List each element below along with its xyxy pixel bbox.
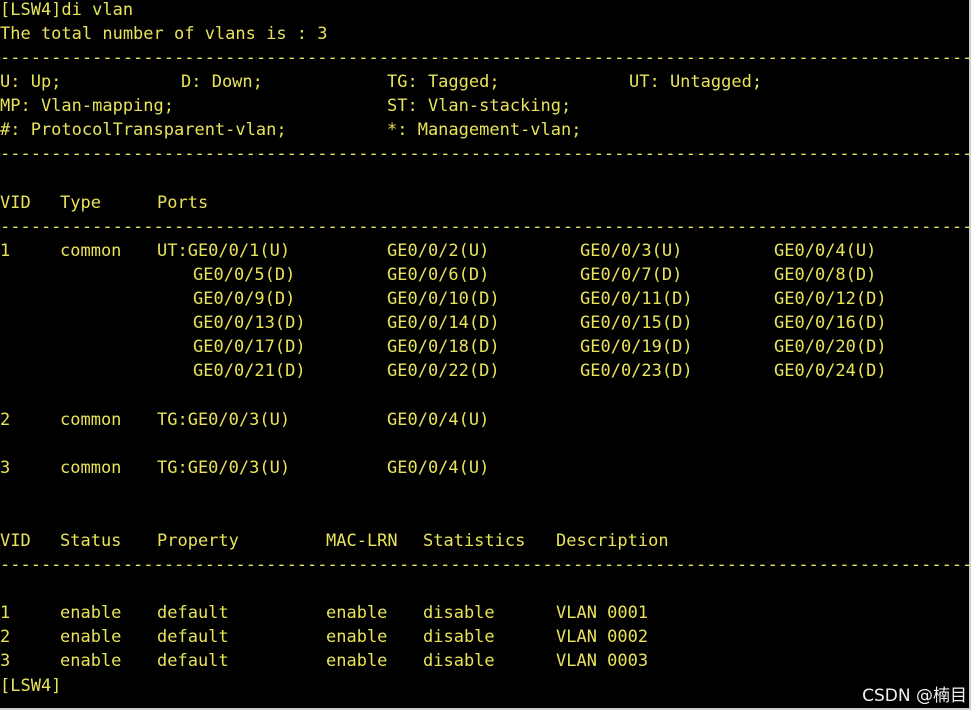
separator: ----------------------------------------… — [0, 144, 969, 164]
port-entry: GE0/0/14(D) — [387, 313, 500, 333]
port-entry: GE0/0/2(U) — [387, 241, 490, 261]
legend-tagged: TG: Tagged; — [387, 72, 500, 92]
header-status: Status — [60, 531, 122, 551]
status-cell: enable — [60, 651, 122, 671]
header-property: Property — [157, 531, 239, 551]
port-entry: GE0/0/19(D) — [580, 337, 693, 357]
status-cell: disable — [423, 651, 495, 671]
port-entry: GE0/0/15(D) — [580, 313, 693, 333]
header-vid: VID — [0, 193, 31, 213]
status-cell: disable — [423, 627, 495, 647]
port-entry: GE0/0/7(D) — [580, 265, 683, 285]
port-entry: GE0/0/4(U) — [387, 410, 490, 430]
status-cell: enable — [326, 627, 388, 647]
watermark-text: CSDN @楠目 — [862, 686, 967, 706]
status-cell: VLAN 0002 — [556, 627, 649, 647]
port-entry: GE0/0/20(D) — [774, 337, 887, 357]
legend-up: U: Up; — [0, 72, 62, 92]
legend-protocol-transparent: #: ProtocolTransparent-vlan; — [0, 120, 287, 140]
status-cell: enable — [60, 603, 122, 623]
port-entry: GE0/0/23(D) — [580, 361, 693, 381]
total-vlans-line: The total number of vlans is : 3 — [0, 24, 328, 44]
port-entry: GE0/0/5(D) — [193, 265, 296, 285]
header-statistics: Statistics — [423, 531, 526, 551]
legend-untagged: UT: Untagged; — [629, 72, 763, 92]
status-cell: VLAN 0003 — [556, 651, 649, 671]
separator: ----------------------------------------… — [0, 48, 969, 68]
vlan-type: common — [60, 410, 122, 430]
port-entry: GE0/0/8(D) — [774, 265, 877, 285]
port-entry: GE0/0/22(D) — [387, 361, 500, 381]
port-entry: GE0/0/18(D) — [387, 337, 500, 357]
legend-vlan-stacking: ST: Vlan-stacking; — [387, 96, 572, 116]
port-entry: GE0/0/9(D) — [193, 289, 296, 309]
port-entry: GE0/0/11(D) — [580, 289, 693, 309]
header-type: Type — [60, 193, 101, 213]
status-cell: default — [157, 651, 229, 671]
port-entry: TG:GE0/0/3(U) — [157, 458, 291, 478]
vlan-vid: 3 — [0, 458, 11, 478]
port-entry: GE0/0/10(D) — [387, 289, 500, 309]
separator: ----------------------------------------… — [0, 217, 969, 237]
header-mac-lrn: MAC-LRN — [326, 531, 398, 551]
vlan-type: common — [60, 458, 122, 478]
legend-down: D: Down; — [181, 72, 263, 92]
status-cell: enable — [326, 651, 388, 671]
status-cell: VLAN 0001 — [556, 603, 649, 623]
command-line: [LSW4]di vlan — [0, 0, 134, 20]
status-cell: disable — [423, 603, 495, 623]
end-prompt: [LSW4] — [0, 676, 62, 696]
status-cell: 1 — [0, 603, 11, 623]
port-entry: GE0/0/21(D) — [193, 361, 306, 381]
port-entry: GE0/0/13(D) — [193, 313, 306, 333]
status-cell: enable — [326, 603, 388, 623]
vlan-type: common — [60, 241, 122, 261]
status-cell: default — [157, 627, 229, 647]
status-cell: default — [157, 603, 229, 623]
port-entry: GE0/0/4(U) — [387, 458, 490, 478]
status-cell: 3 — [0, 651, 11, 671]
port-entry: GE0/0/6(D) — [387, 265, 490, 285]
separator: ----------------------------------------… — [0, 555, 969, 575]
terminal-window[interactable]: [LSW4]di vlan The total number of vlans … — [0, 0, 971, 710]
port-entry: GE0/0/16(D) — [774, 313, 887, 333]
port-entry: GE0/0/24(D) — [774, 361, 887, 381]
port-entry: TG:GE0/0/3(U) — [157, 410, 291, 430]
header-description: Description — [556, 531, 669, 551]
port-entry: GE0/0/17(D) — [193, 337, 306, 357]
port-entry: UT:GE0/0/1(U) — [157, 241, 291, 261]
header-ports: Ports — [157, 193, 209, 213]
port-entry: GE0/0/12(D) — [774, 289, 887, 309]
status-cell: 2 — [0, 627, 11, 647]
status-cell: enable — [60, 627, 122, 647]
header-vid: VID — [0, 531, 31, 551]
port-entry: GE0/0/4(U) — [774, 241, 877, 261]
legend-vlan-mapping: MP: Vlan-mapping; — [0, 96, 174, 116]
port-entry: GE0/0/3(U) — [580, 241, 683, 261]
vlan-vid: 1 — [0, 241, 11, 261]
legend-management-vlan: *: Management-vlan; — [387, 120, 582, 140]
vlan-vid: 2 — [0, 410, 11, 430]
